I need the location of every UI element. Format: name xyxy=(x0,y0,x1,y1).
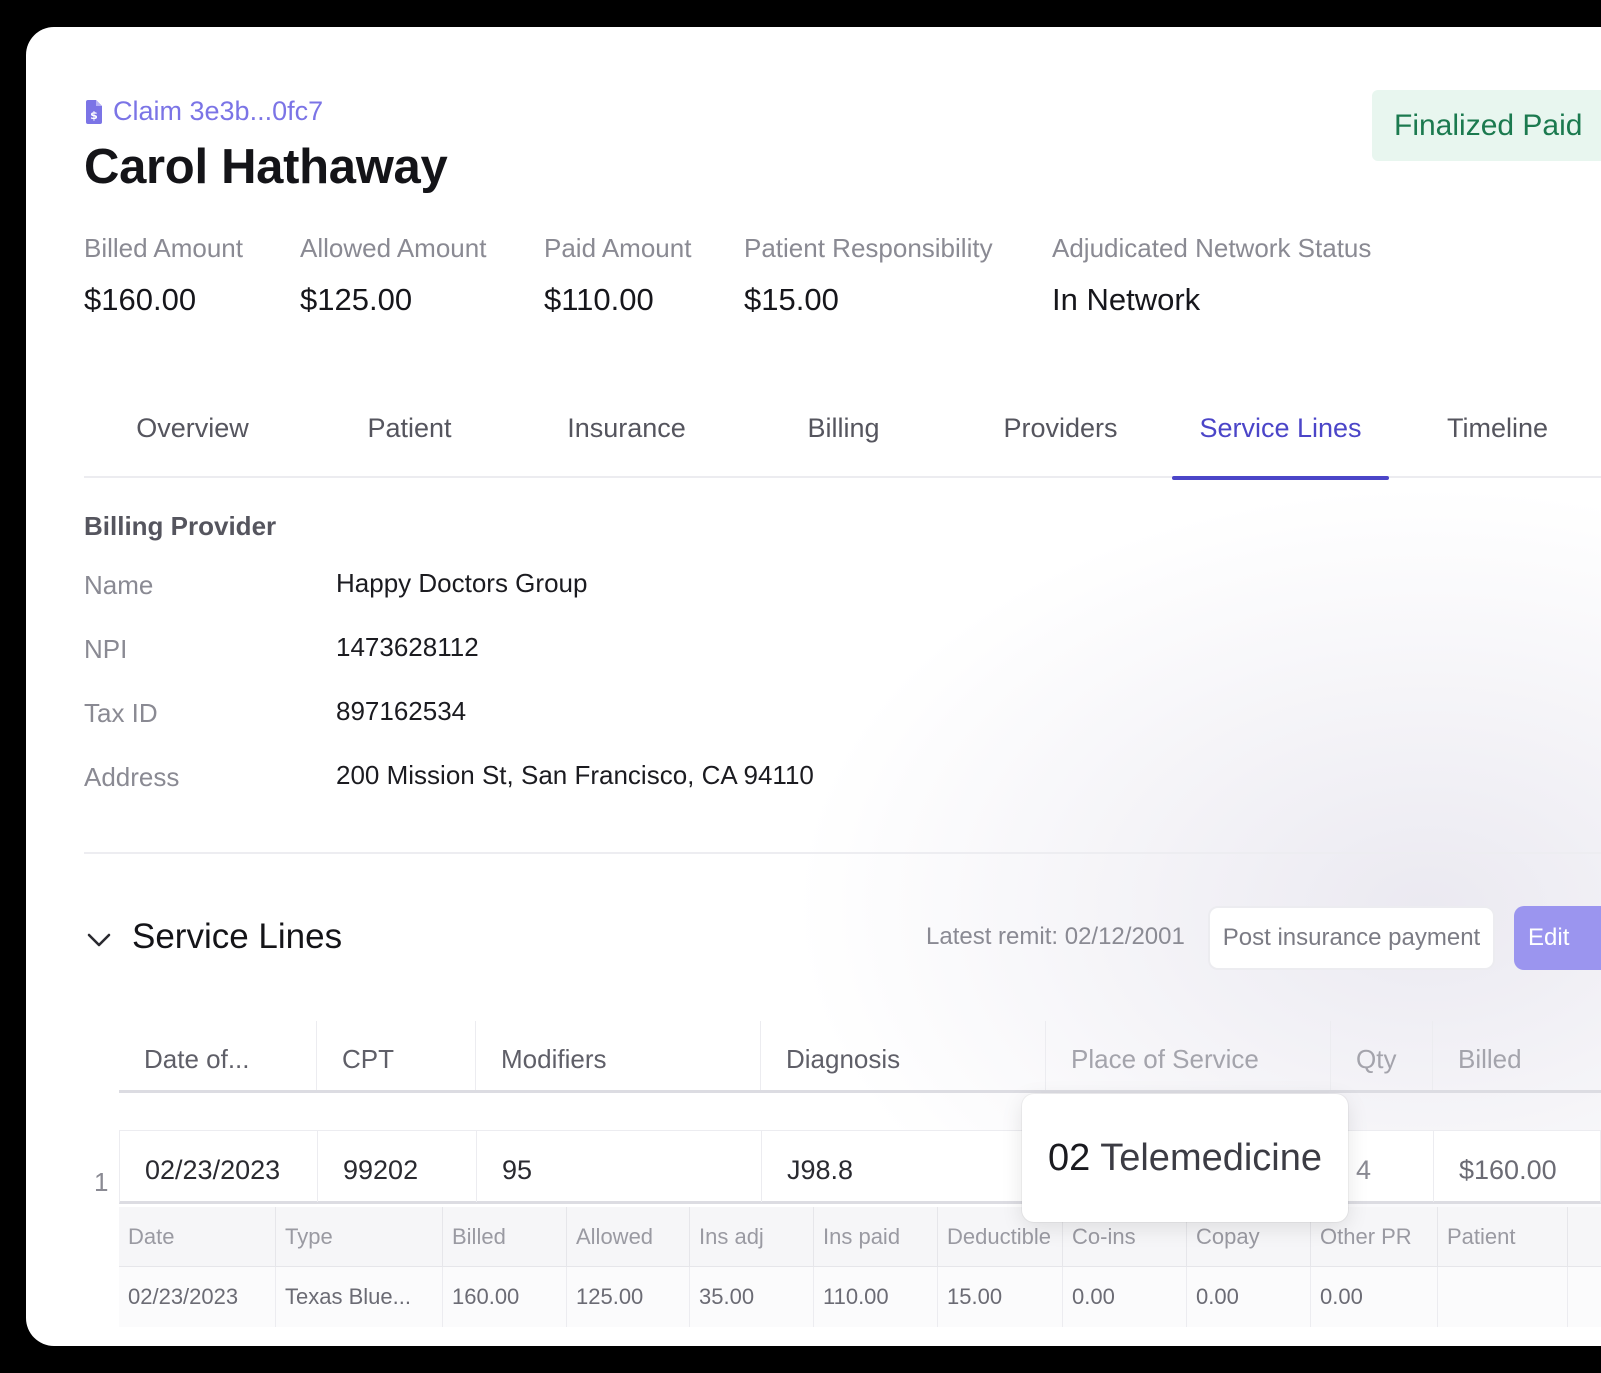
edit-button[interactable]: Edit xyxy=(1514,906,1601,970)
field-label: NPI xyxy=(84,634,128,664)
metric-value: $110.00 xyxy=(544,282,654,317)
payment-cell-billed: 160.00 xyxy=(443,1267,567,1327)
column-header-modifiers[interactable]: Modifiers xyxy=(476,1021,761,1090)
service-lines-table-header: Date of... CPT Modifiers Diagnosis Place… xyxy=(119,1021,1601,1093)
payment-header-patient: Patient xyxy=(1438,1207,1568,1266)
cell-cpt: 99202 xyxy=(318,1131,477,1202)
payment-header-type: Type xyxy=(276,1207,443,1266)
svg-text:$: $ xyxy=(90,109,98,122)
payment-cell-copay: 0.00 xyxy=(1187,1267,1311,1327)
payment-header-allowed: Allowed xyxy=(567,1207,690,1266)
tab-overview[interactable]: Overview xyxy=(84,407,301,478)
post-insurance-payment-button[interactable]: Post insurance payment xyxy=(1208,906,1495,970)
claim-id-link[interactable]: $ Claim 3e3b...0fc7 xyxy=(85,96,323,127)
payment-cell-ins-paid: 110.00 xyxy=(814,1267,938,1327)
metric-label: Billed Amount xyxy=(84,233,243,263)
metric-label: Paid Amount xyxy=(544,233,692,263)
table-row[interactable]: 02/23/2023 99202 95 J98.8 4 $160.00 xyxy=(119,1130,1601,1204)
tab-providers[interactable]: Providers xyxy=(952,407,1169,478)
metric-label: Adjudicated Network Status xyxy=(1052,233,1372,263)
column-header-diagnosis[interactable]: Diagnosis xyxy=(761,1021,1046,1090)
payment-cell-allowed: 125.00 xyxy=(567,1267,690,1327)
payment-cell-patient xyxy=(1438,1267,1568,1327)
service-lines-heading: Service Lines xyxy=(132,917,343,956)
metric-label: Allowed Amount xyxy=(300,233,487,263)
latest-remit-date: 02/12/2001 xyxy=(1064,923,1185,950)
payment-header-billed: Billed xyxy=(443,1207,567,1266)
claim-id-text: Claim 3e3b...0fc7 xyxy=(113,96,324,126)
payment-cell-deductible: 15.00 xyxy=(938,1267,1063,1327)
field-value: 200 Mission St, San Francisco, CA 94110 xyxy=(336,760,814,790)
metric-patient-responsibility: Patient Responsibility $15.00 xyxy=(744,233,993,318)
billing-provider-heading: Billing Provider xyxy=(84,511,277,541)
tooltip-description: Telemedicine xyxy=(1100,1136,1323,1179)
tooltip-code: 02 xyxy=(1047,1136,1091,1179)
cell-date: 02/23/2023 xyxy=(120,1131,318,1202)
tab-bar: Overview Patient Insurance Billing Provi… xyxy=(84,407,1601,480)
patient-name: Carol Hathaway xyxy=(84,140,448,194)
payment-header-date: Date xyxy=(119,1207,276,1266)
latest-remit: Latest remit: 02/12/2001 xyxy=(926,923,1185,951)
field-label: Address xyxy=(84,762,180,792)
section-divider xyxy=(84,852,1601,854)
column-header-qty[interactable]: Qty xyxy=(1331,1021,1433,1090)
latest-remit-label: Latest remit: xyxy=(926,923,1059,950)
payment-table-header: Date Type Billed Allowed Ins adj Ins pai… xyxy=(119,1207,1601,1267)
cell-modifiers: 95 xyxy=(477,1131,762,1202)
tab-timeline[interactable]: Timeline xyxy=(1389,407,1601,478)
field-value: Happy Doctors Group xyxy=(336,568,588,598)
payment-cell-date: 02/23/2023 xyxy=(119,1267,276,1327)
column-header-place-of-service[interactable]: Place of Service xyxy=(1046,1021,1331,1090)
payment-cell-type: Texas Blue... xyxy=(276,1267,443,1327)
column-header-date[interactable]: Date of... xyxy=(119,1021,317,1090)
payment-cell-other-pr: 0.00 xyxy=(1311,1267,1438,1327)
payment-cell-ins-adj: 35.00 xyxy=(690,1267,814,1327)
tab-insurance[interactable]: Insurance xyxy=(518,407,735,478)
metric-value: $125.00 xyxy=(300,282,413,317)
payment-row[interactable]: 02/23/2023 Texas Blue... 160.00 125.00 3… xyxy=(119,1267,1601,1327)
payment-cell-co-ins: 0.00 xyxy=(1063,1267,1187,1327)
claim-document-icon: $ xyxy=(86,99,102,124)
column-header-cpt[interactable]: CPT xyxy=(317,1021,476,1090)
metric-billed-amount: Billed Amount $160.00 xyxy=(84,233,243,318)
row-number: 1 xyxy=(94,1167,109,1197)
cell-diagnosis: J98.8 xyxy=(762,1131,1047,1202)
tab-service-lines[interactable]: Service Lines xyxy=(1172,407,1389,480)
status-badge: Finalized Paid xyxy=(1372,90,1601,161)
metric-value: In Network xyxy=(1052,282,1201,317)
claim-detail-window: $ Claim 3e3b...0fc7 Carol Hathaway Final… xyxy=(26,27,1601,1346)
metric-allowed-amount: Allowed Amount $125.00 xyxy=(300,233,486,318)
metric-network-status: Adjudicated Network Status In Network xyxy=(1052,233,1371,318)
cell-billed: $160.00 xyxy=(1459,1155,1557,1185)
metric-value: $160.00 xyxy=(84,282,197,317)
chevron-down-icon[interactable] xyxy=(84,925,114,955)
field-value: 1473628112 xyxy=(336,632,479,662)
place-of-service-tooltip: 02 Telemedicine xyxy=(1022,1094,1348,1222)
field-value: 897162534 xyxy=(336,696,467,726)
field-label: Name xyxy=(84,570,154,600)
payment-header-ins-adj: Ins adj xyxy=(690,1207,814,1266)
tab-billing[interactable]: Billing xyxy=(735,407,952,478)
payment-header-ins-paid: Ins paid xyxy=(814,1207,938,1266)
column-header-billed[interactable]: Billed xyxy=(1433,1021,1601,1090)
metric-label: Patient Responsibility xyxy=(744,233,993,263)
field-label: Tax ID xyxy=(84,698,158,728)
tab-patient[interactable]: Patient xyxy=(301,407,518,478)
metric-paid-amount: Paid Amount $110.00 xyxy=(544,233,691,318)
metric-value: $15.00 xyxy=(744,282,839,317)
